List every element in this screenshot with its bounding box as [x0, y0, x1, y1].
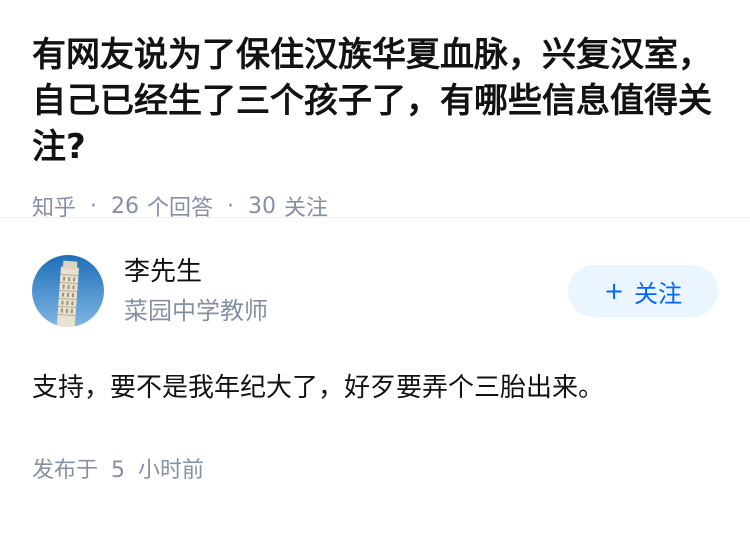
- author-row: 李先生 菜园中学教师 + 关注: [32, 254, 718, 328]
- question-title[interactable]: 有网友说为了保住汉族华夏血脉，兴复汉室，自己已经生了三个孩子了，有哪些信息值得关…: [32, 32, 718, 170]
- separator-dot: ·: [227, 193, 235, 219]
- separator-dot: ·: [90, 193, 98, 219]
- publish-time-suffix: 小时前: [138, 458, 205, 483]
- source-label[interactable]: 知乎: [32, 190, 76, 222]
- follow-button[interactable]: + 关注: [568, 265, 718, 317]
- answer-count: 26: [111, 193, 140, 219]
- author-name[interactable]: 李先生: [124, 254, 568, 290]
- answer-count-label[interactable]: 个回答: [147, 190, 213, 222]
- avatar[interactable]: [32, 255, 104, 327]
- question-meta: 知乎 · 26 个回答 · 30 关注: [32, 190, 718, 222]
- tower-image: [32, 255, 104, 327]
- follow-button-label: 关注: [634, 279, 683, 308]
- follow-count: 30: [248, 193, 277, 219]
- follow-count-label: 关注: [284, 196, 329, 221]
- author-description: 菜园中学教师: [124, 297, 268, 325]
- answer-section: 李先生 菜园中学教师 + 关注 支持，要不是我年纪大了，好歹要弄个三胎出来。 发…: [0, 254, 750, 484]
- plus-icon: +: [603, 277, 625, 305]
- question-section: 有网友说为了保住汉族华夏血脉，兴复汉室，自己已经生了三个孩子了，有哪些信息值得关…: [0, 0, 750, 221]
- publish-time-value: 5: [111, 458, 126, 483]
- publish-time: 发布于 5 小时前: [32, 452, 718, 484]
- publish-time-prefix: 发布于: [32, 458, 99, 483]
- author-info: 李先生 菜园中学教师: [124, 254, 568, 328]
- answer-content[interactable]: 支持，要不是我年纪大了，好歹要弄个三胎出来。: [32, 368, 718, 408]
